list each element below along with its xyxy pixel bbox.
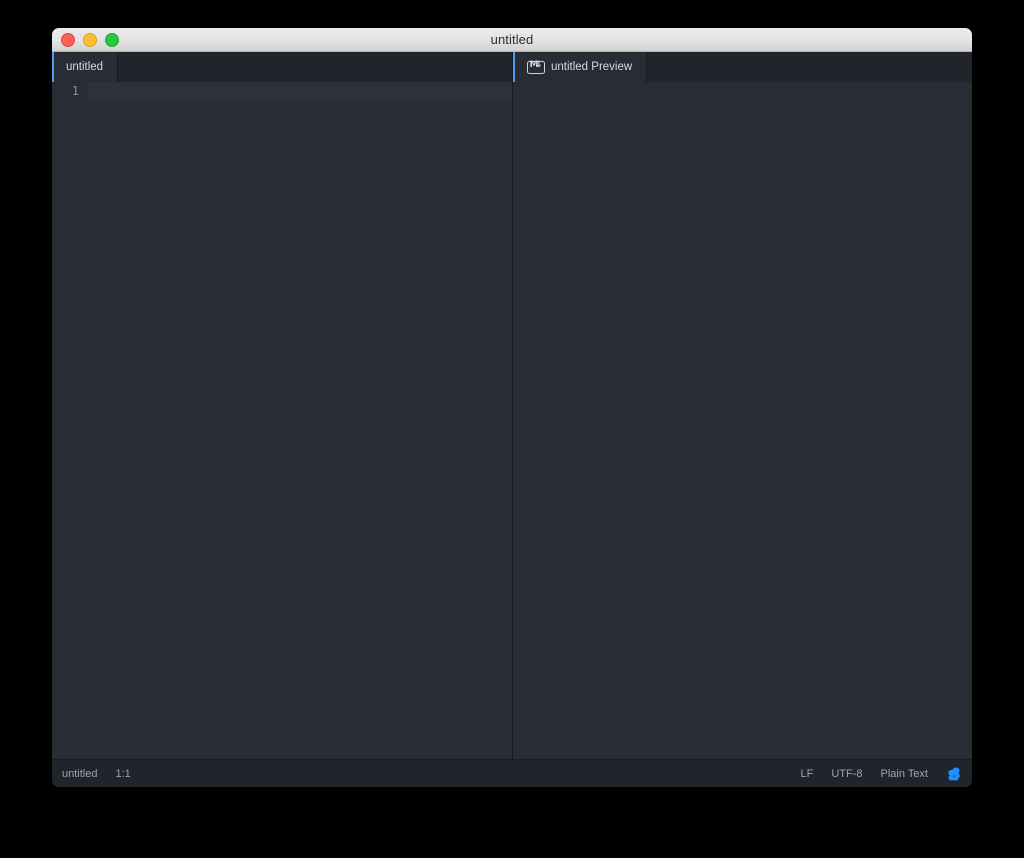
minimize-button[interactable]: [83, 32, 97, 47]
close-button[interactable]: [61, 32, 75, 47]
editor-tab-bar: untitled: [52, 52, 512, 82]
status-line-ending[interactable]: LF: [800, 768, 813, 780]
traffic-lights: [61, 28, 119, 51]
status-bar: untitled 1:1 LF UTF-8 Plain Text: [52, 759, 972, 787]
markdown-icon: M ↓: [527, 60, 545, 74]
status-encoding[interactable]: UTF-8: [831, 768, 862, 780]
line-number: 1: [71, 84, 79, 98]
status-grammar[interactable]: Plain Text: [881, 768, 929, 780]
markdown-preview-content[interactable]: [513, 82, 972, 759]
tab-untitled[interactable]: untitled: [52, 52, 119, 82]
window-body: untitled 1 M ↓ untitled Preview untitled…: [52, 52, 972, 787]
markdown-icon-arrow: ↓: [534, 60, 543, 70]
maximize-button[interactable]: [105, 32, 119, 47]
status-file-name[interactable]: untitled: [62, 768, 97, 780]
text-editor[interactable]: 1: [52, 82, 512, 759]
window-title: untitled: [490, 32, 534, 47]
preview-tab-bar: M ↓ untitled Preview: [513, 52, 972, 82]
line-content[interactable]: [88, 82, 512, 101]
editor-line: 1: [52, 82, 512, 101]
tab-untitled-preview-label: untitled Preview: [551, 61, 633, 73]
screen: untitled untitled 1 M ↓ untitled Preview…: [0, 0, 1024, 858]
tab-untitled-label: untitled: [66, 61, 104, 73]
status-bar-right: LF UTF-8 Plain Text: [800, 766, 962, 782]
status-bar-left: untitled 1:1: [62, 768, 131, 780]
application-window: untitled untitled 1 M ↓ untitled Preview…: [52, 28, 972, 787]
title-bar[interactable]: untitled: [52, 28, 972, 52]
tab-untitled-preview[interactable]: M ↓ untitled Preview: [513, 52, 648, 82]
editor-pane: untitled 1: [52, 52, 512, 759]
preview-pane: M ↓ untitled Preview: [512, 52, 972, 759]
status-cursor-position[interactable]: 1:1: [115, 768, 130, 780]
squirrel-icon[interactable]: [946, 766, 962, 782]
split-panes: untitled 1 M ↓ untitled Preview: [52, 52, 972, 759]
